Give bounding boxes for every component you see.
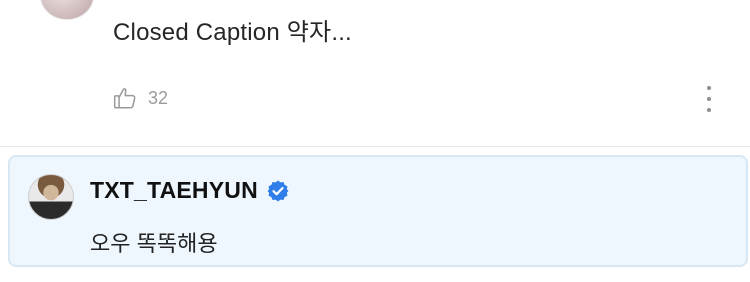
divider — [0, 146, 750, 147]
author-name[interactable]: TXT_TAEHYUN — [90, 177, 258, 204]
like-button[interactable]: 32 — [112, 84, 168, 112]
previous-comment: Closed Caption 약자... 32 — [0, 0, 750, 146]
thumbs-up-icon — [112, 85, 138, 111]
author-avatar[interactable] — [28, 174, 74, 220]
highlighted-reply: TXT_TAEHYUN 오우 똑똑해용 — [8, 155, 748, 267]
verified-badge-icon — [266, 179, 290, 203]
like-count: 32 — [148, 87, 169, 108]
more-options-button[interactable] — [704, 86, 714, 112]
comment-text: Closed Caption 약자... — [113, 19, 352, 46]
reply-text: 오우 똑똑해용 — [90, 231, 218, 256]
commenter-avatar[interactable] — [40, 0, 94, 20]
more-vertical-icon — [707, 86, 711, 90]
author-row: TXT_TAEHYUN — [90, 177, 290, 204]
